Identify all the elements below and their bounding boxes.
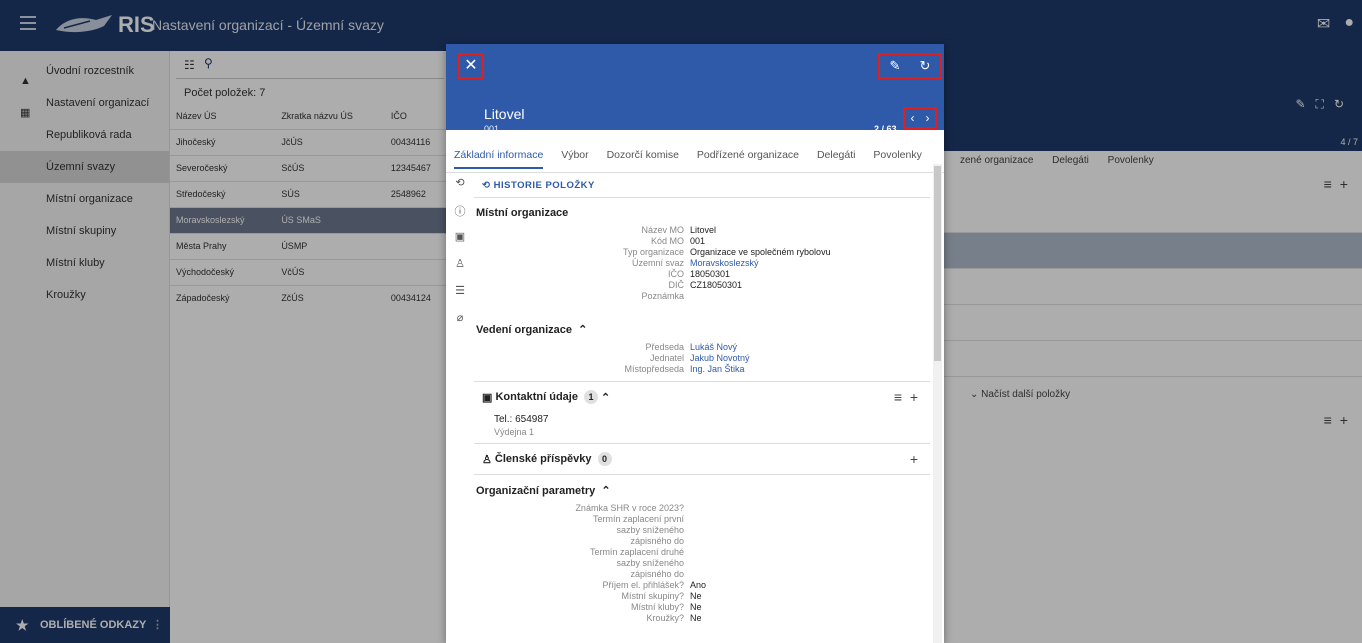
tab-supervisory[interactable]: Dozorčí komise <box>607 149 679 161</box>
column-header[interactable]: IČO <box>385 103 450 129</box>
search-icon[interactable]: ⚲ <box>204 56 213 70</box>
favorites-link[interactable]: ★ OBLÍBENÉ ODKAZY ⋮ <box>0 607 170 643</box>
sidebar-item-settings[interactable]: ▦ Nastavení organizací <box>0 87 169 119</box>
modal-subtitle: 001 <box>484 124 500 134</box>
contact-actions[interactable]: ≡ + <box>894 389 918 405</box>
table-row[interactable]: Severočeský SčÚS 12345467 <box>170 154 450 181</box>
list-panel: ☷ ⚲ Počet položek: 7 Název ÚS Zkratka ná… <box>170 51 450 643</box>
edit-icon[interactable]: ✎ <box>890 58 901 74</box>
member-fees-section[interactable]: ♙ Členské příspěvky 0 + <box>474 444 930 474</box>
table-row[interactable]: Východočeský VčÚS <box>170 258 450 285</box>
background-actions[interactable]: ✎⛶↻ <box>1295 97 1354 112</box>
regional-union-link[interactable]: Moravskoslezský <box>690 258 759 269</box>
contact-card-icon: ▣ <box>482 391 496 404</box>
sidebar: ▲ Úvodní rozcestník ▦ Nastavení organiza… <box>0 51 170 643</box>
modal-title: Litovel <box>484 106 525 122</box>
table-row[interactable]: Města Prahy ÚSMP <box>170 232 450 259</box>
table-row[interactable]: Západočeský ZčÚS 00434124 <box>170 284 450 311</box>
sidebar-item-circles[interactable]: Kroužky <box>0 279 169 311</box>
home-icon: ▲ <box>20 75 31 87</box>
chevron-right-icon[interactable]: › <box>926 111 930 125</box>
tab-sub-orgs[interactable]: Podřízené organizace <box>697 149 799 161</box>
side-nav-icons: ⟲ ⓘ ▣ ♙ ☰ ⌀ <box>451 176 469 338</box>
mail-icon[interactable]: ✉ <box>1317 14 1330 34</box>
detail-modal: ✕ ✎ ↻ Litovel 001 2 / 63 ‹ › Základní in… <box>446 44 944 643</box>
filter-bar: ☷ ⚲ <box>176 51 444 79</box>
item-count: Počet položek: 7 <box>184 87 266 99</box>
load-more-button[interactable]: ⌄ Načíst další položky <box>970 389 1070 400</box>
filter-icon[interactable]: ☷ <box>184 58 195 72</box>
member-fee-icon: ♙ <box>482 453 495 466</box>
org-section-title: Místní organizace <box>476 207 569 219</box>
menu-icon[interactable] <box>20 16 36 32</box>
grid-icon: ▦ <box>20 107 31 119</box>
add-fee-button[interactable]: + <box>910 451 918 467</box>
modal-tabs: Základní informace Výbor Dozorčí komise … <box>446 139 944 173</box>
contact-section[interactable]: ▣ Kontaktní údaje 1 ⌃ ≡ + <box>474 382 930 412</box>
table-row-selected[interactable]: Moravskoslezský ÚS SMaS <box>170 206 450 233</box>
app-name: RIS <box>118 12 155 37</box>
table-row[interactable]: Jihočeský JčÚS 00434116 <box>170 128 450 155</box>
attachment-icon[interactable]: ⌀ <box>451 311 469 338</box>
info-icon[interactable]: ⓘ <box>451 203 469 230</box>
column-header[interactable]: Název ÚS <box>170 103 275 129</box>
column-header[interactable]: Zkratka názvu ÚS <box>275 103 385 129</box>
action-buttons: ✎ ↻ <box>878 53 942 79</box>
sidebar-item-national-council[interactable]: Republiková rada <box>0 119 169 151</box>
management-section-title[interactable]: Vedení organizace ⌃ <box>476 314 930 342</box>
sidebar-item-local-clubs[interactable]: Místní kluby <box>0 247 169 279</box>
history-icon[interactable]: ⟲ <box>451 176 469 203</box>
history-section[interactable]: ⟲ HISTORIE POLOŽKY <box>474 172 930 198</box>
modal-body: ⟲ HISTORIE POLOŽKY Místní organizace Náz… <box>474 172 930 643</box>
more-icon[interactable]: ⋮ <box>152 607 163 643</box>
sidebar-item-local-orgs[interactable]: Místní organizace <box>0 183 169 215</box>
contact-card-icon[interactable]: ▣ <box>451 230 469 257</box>
tab-basic-info[interactable]: Základní informace <box>454 149 544 169</box>
params-section-title[interactable]: Organizační parametry ⌃ <box>476 475 930 503</box>
user-icon[interactable]: ● <box>1344 14 1354 34</box>
background-detail-panel: ✎⛶↻ 4 / 7 zené organizace Delegáti Povol… <box>930 51 1362 643</box>
background-tabs: zené organizace Delegáti Povolenky <box>960 155 1154 166</box>
sidebar-item-local-groups[interactable]: Místní skupiny <box>0 215 169 247</box>
data-table: Název ÚS Zkratka názvu ÚS IČO Jihočeský J… <box>170 103 450 311</box>
star-icon: ★ <box>16 617 29 633</box>
refresh-icon[interactable]: ↻ <box>920 58 931 74</box>
record-navigation: ‹ › <box>903 107 937 129</box>
tab-permits[interactable]: Povolenky <box>873 149 921 161</box>
close-button[interactable]: ✕ <box>458 53 484 79</box>
chevron-left-icon[interactable]: ‹ <box>911 111 915 125</box>
background-menu-icon-2[interactable]: ≡+ <box>1324 412 1356 428</box>
page-title: Nastavení organizací - Územní svazy <box>152 17 384 33</box>
list-icon[interactable]: ☰ <box>451 284 469 311</box>
background-pager: 4 / 7 <box>1340 137 1358 147</box>
logo-icon <box>56 15 112 33</box>
background-menu-icon[interactable]: ≡+ <box>1324 176 1356 192</box>
record-counter: 2 / 63 <box>874 124 897 134</box>
sidebar-item-regional-unions[interactable]: Územní svazy <box>0 151 169 183</box>
table-row[interactable]: Středočeský SÚS 2548962 <box>170 180 450 207</box>
member-fee-icon[interactable]: ♙ <box>451 257 469 284</box>
sidebar-item-home[interactable]: ▲ Úvodní rozcestník <box>0 55 169 87</box>
tab-delegates[interactable]: Delegáti <box>817 149 856 161</box>
tab-committee[interactable]: Výbor <box>561 149 588 161</box>
scrollbar[interactable] <box>933 164 942 643</box>
